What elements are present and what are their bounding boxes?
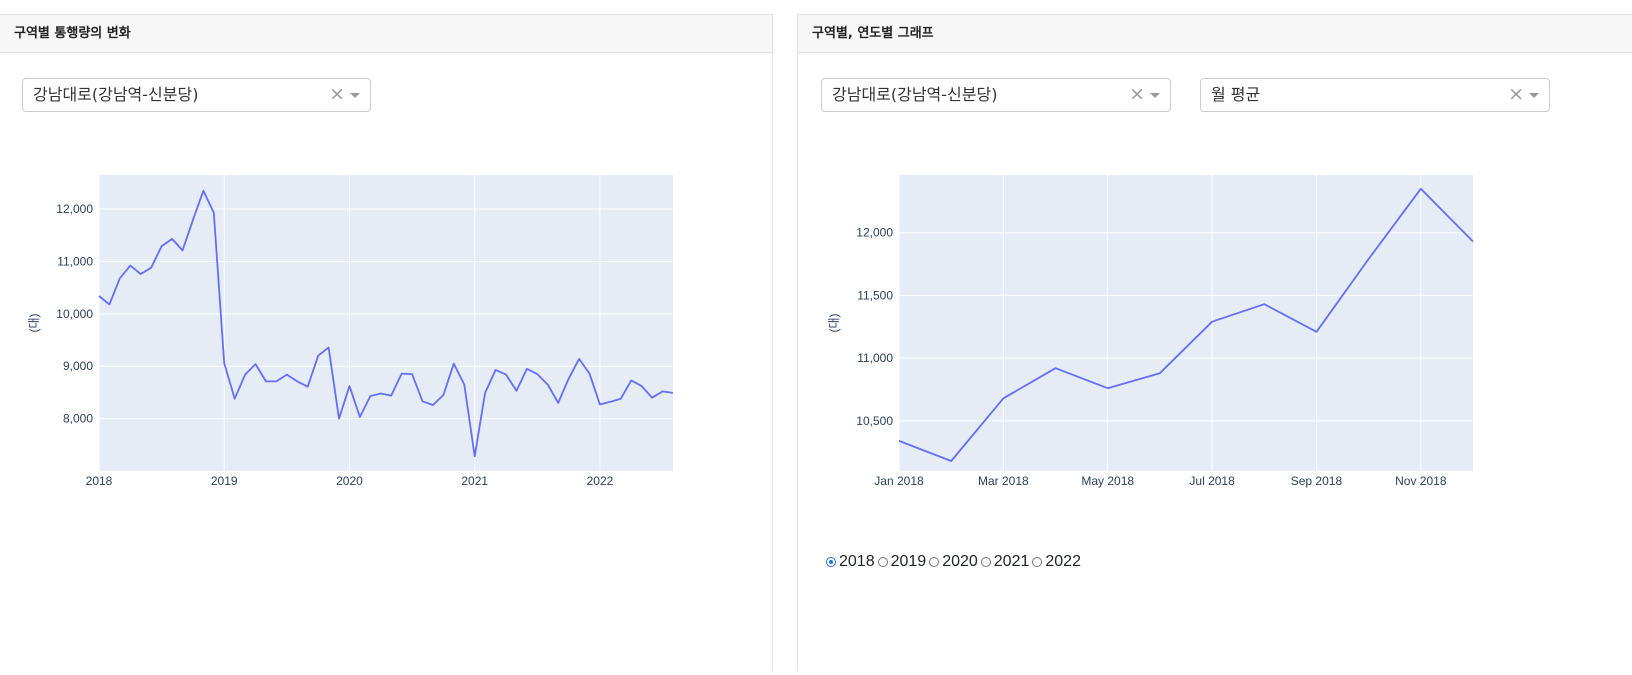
year-radio-group: 2018 2019 2020 2021 2022: [826, 553, 1081, 571]
x-tick-label: 2018: [86, 474, 113, 488]
radio-year-2022[interactable]: 2022: [1032, 553, 1081, 571]
y-tick-label: 12,000: [56, 202, 93, 216]
y-axis-label: (대): [27, 313, 41, 332]
radio-button-icon[interactable]: [981, 557, 991, 567]
radio-button-icon[interactable]: [1032, 557, 1042, 567]
x-tick-label: 2022: [587, 474, 614, 488]
monthly-line-chart: 10,500 11,000 11,500 12,000 Jan 2018 Mar 2018…: [798, 155, 1628, 675]
x-tick-label: 2020: [336, 474, 363, 488]
radio-year-2018[interactable]: 2018: [826, 553, 875, 571]
radio-year-2021[interactable]: 2021: [981, 553, 1030, 571]
chevron-down-icon[interactable]: [1529, 93, 1539, 98]
radio-label: 2021: [994, 553, 1030, 571]
area-dropdown[interactable]: 강남대로(강남역-신분당) ×: [22, 78, 371, 112]
y-tick-label: 10,000: [56, 307, 93, 321]
y-axis-label: (대): [827, 313, 841, 332]
radio-label: 2018: [839, 553, 875, 571]
y-tick-label: 8,000: [63, 412, 93, 426]
plot-area: [99, 175, 673, 471]
area-dropdown[interactable]: 강남대로(강남역-신분당) ×: [821, 78, 1171, 112]
x-tick-label: May 2018: [1081, 474, 1134, 488]
x-tick-label: Jul 2018: [1189, 474, 1235, 488]
y-tick-label: 10,500: [856, 414, 893, 428]
y-tick-label: 11,500: [857, 288, 893, 302]
chevron-down-icon[interactable]: [350, 93, 360, 98]
radio-year-2020[interactable]: 2020: [929, 553, 978, 571]
radio-label: 2022: [1045, 553, 1081, 571]
radio-button-icon[interactable]: [878, 557, 888, 567]
plot-area: [899, 175, 1473, 471]
traffic-change-panel: 구역별 통행량의 변화 강남대로(강남역-신분당) × 8,000 9,000 10…: [0, 14, 773, 671]
stat-dropdown-value: 월 평균: [1211, 79, 1260, 111]
y-tick-label: 12,000: [856, 226, 893, 240]
y-tick-label: 9,000: [63, 359, 93, 373]
area-dropdown-value: 강남대로(강남역-신분당): [832, 79, 997, 111]
x-tick-label: 2019: [211, 474, 238, 488]
stat-dropdown[interactable]: 월 평균 ×: [1200, 78, 1550, 112]
panel-header-title: 구역별 통행량의 변화: [0, 15, 772, 53]
y-tick-label: 11,000: [57, 254, 93, 268]
panel-header-title: 구역별, 연도별 그래프: [798, 15, 1632, 53]
radio-button-icon[interactable]: [929, 557, 939, 567]
x-tick-label: Jan 2018: [874, 474, 924, 488]
area-dropdown-value: 강남대로(강남역-신분당): [33, 79, 198, 111]
x-tick-label: Mar 2018: [978, 474, 1029, 488]
traffic-line-chart: 8,000 9,000 10,000 11,000 12,000 2018 2019 2020…: [0, 155, 772, 675]
radio-button-icon[interactable]: [826, 557, 836, 567]
clear-icon[interactable]: ×: [1129, 79, 1145, 110]
clear-icon[interactable]: ×: [1508, 79, 1524, 110]
y-tick-label: 11,000: [857, 351, 893, 365]
chevron-down-icon[interactable]: [1150, 93, 1160, 98]
radio-year-2019[interactable]: 2019: [878, 553, 927, 571]
x-tick-label: Sep 2018: [1291, 474, 1343, 488]
x-tick-label: 2021: [461, 474, 488, 488]
radio-label: 2019: [891, 553, 927, 571]
radio-label: 2020: [942, 553, 978, 571]
yearly-graph-panel: 구역별, 연도별 그래프 강남대로(강남역-신분당) × 월 평균 × 10,5…: [797, 14, 1632, 671]
clear-icon[interactable]: ×: [329, 79, 345, 110]
x-tick-label: Nov 2018: [1395, 474, 1447, 488]
